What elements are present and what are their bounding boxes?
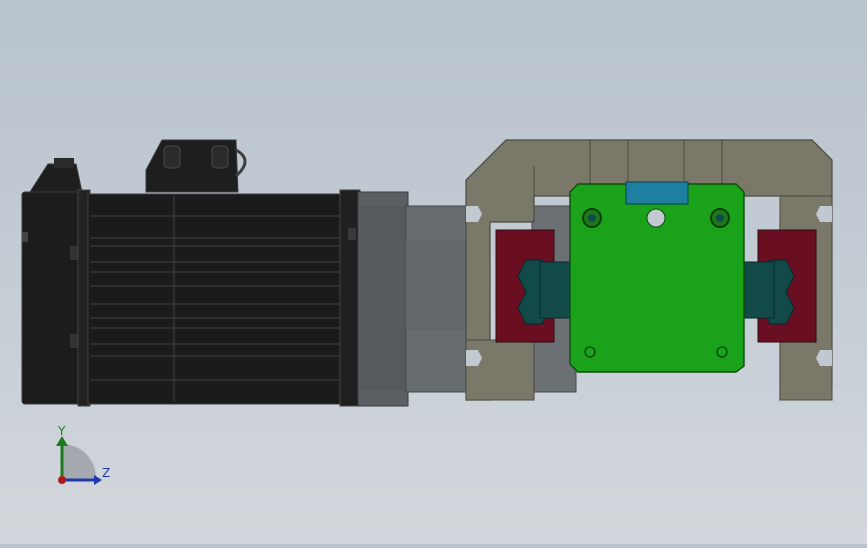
connector-screw (211, 145, 229, 169)
rear-cap-tab (70, 246, 78, 260)
encoder-cap-top (29, 163, 83, 193)
front-flange-bolt (348, 228, 356, 240)
guide-rail-right[interactable] (739, 229, 817, 343)
motor-rear-cap (21, 191, 81, 405)
rear-cap-notch (22, 232, 28, 242)
frame-left-leg (465, 339, 535, 401)
center-hole (646, 208, 666, 228)
motor-body (87, 193, 343, 405)
axis-origin-icon (58, 476, 66, 484)
carriage-plate[interactable] (569, 181, 745, 373)
y-axis-label: Y (58, 424, 66, 438)
coupling-shaft (406, 240, 468, 330)
screw-head-icon (716, 214, 724, 222)
encoder-connector (54, 158, 74, 168)
motor-front-flange (339, 189, 361, 407)
cad-viewport[interactable]: Y Z (0, 0, 867, 544)
sensor-tab (625, 181, 689, 205)
rear-cap-tab (70, 334, 78, 348)
roller-axle-left (539, 261, 575, 319)
model-canvas[interactable] (0, 0, 867, 544)
z-axis-label: Z (102, 466, 111, 480)
roller-axle-right (739, 261, 775, 319)
coordinate-triad (56, 436, 102, 485)
z-arrowhead-icon (94, 475, 102, 485)
triad-plane-icon (62, 443, 97, 480)
servo-motor[interactable] (21, 139, 361, 407)
screw-head-icon (588, 214, 596, 222)
connector-screw (163, 145, 181, 169)
gearbox-face (360, 206, 406, 390)
